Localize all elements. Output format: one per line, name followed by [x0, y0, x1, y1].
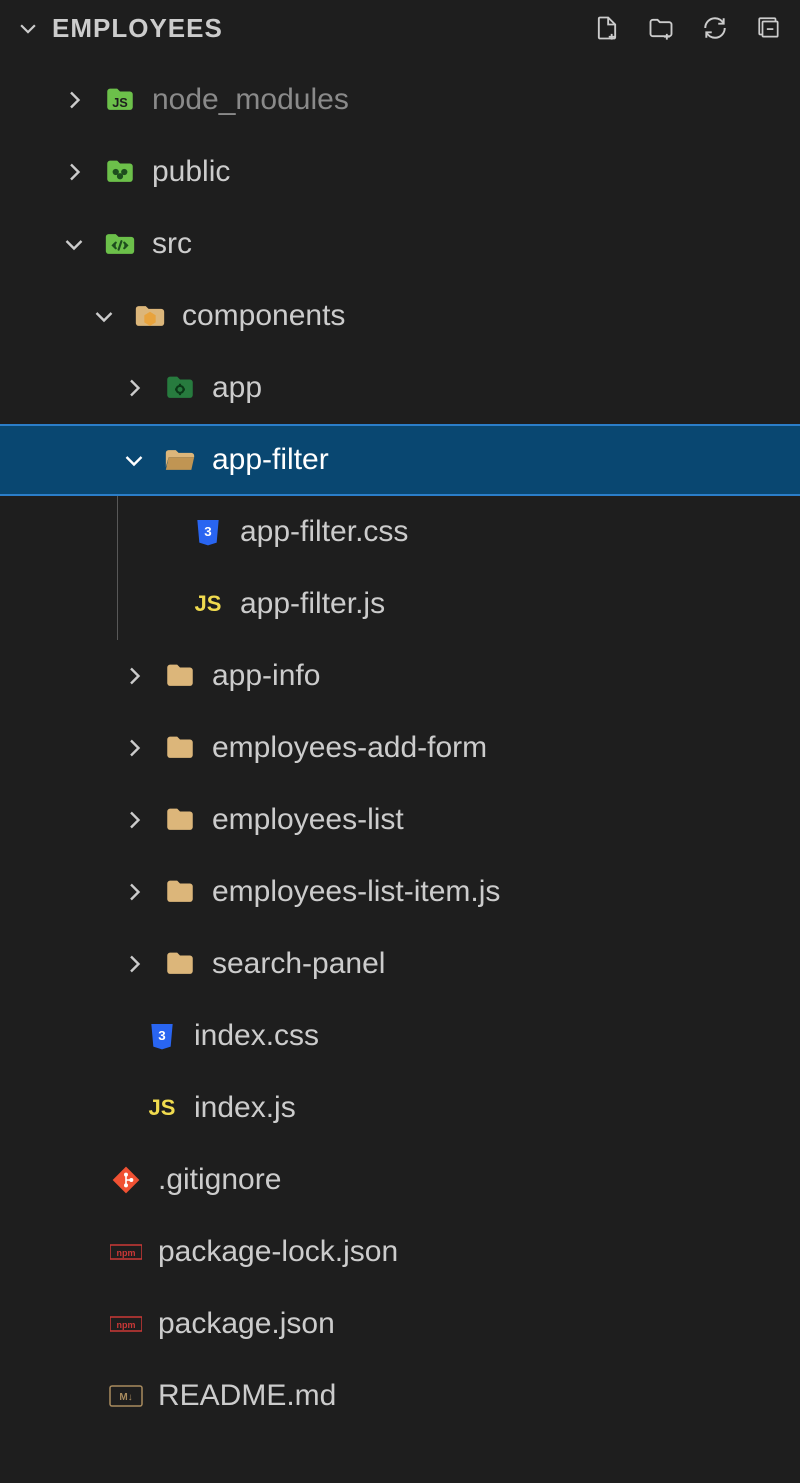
folder-employees-list[interactable]: employees-list	[0, 784, 800, 856]
folder-icon	[162, 802, 198, 838]
folder-app-filter[interactable]: app-filter	[0, 424, 800, 496]
file-label: README.md	[158, 1379, 336, 1413]
file-gitignore[interactable]: .gitignore	[0, 1144, 800, 1216]
folder-components[interactable]: components	[0, 280, 800, 352]
folder-label: employees-list	[212, 803, 404, 837]
file-label: app-filter.css	[240, 515, 408, 549]
folder-src-icon	[102, 226, 138, 262]
npm-icon: npm	[108, 1306, 144, 1342]
folder-label: app-filter	[212, 443, 329, 477]
file-label: index.css	[194, 1019, 319, 1053]
project-title[interactable]: EMPLOYEES	[52, 13, 223, 44]
markdown-icon: M↓	[108, 1378, 144, 1414]
folder-src[interactable]: src	[0, 208, 800, 280]
folder-label: components	[182, 299, 345, 333]
collapse-all-icon[interactable]	[754, 13, 784, 43]
chevron-right-icon	[120, 734, 148, 762]
svg-text:3: 3	[158, 1028, 165, 1043]
file-label: package.json	[158, 1307, 335, 1341]
svg-text:npm: npm	[117, 1320, 136, 1330]
chevron-right-icon	[60, 158, 88, 186]
folder-label: app-info	[212, 659, 320, 693]
git-icon	[108, 1162, 144, 1198]
file-index-js[interactable]: JS index.js	[0, 1072, 800, 1144]
folder-icon	[162, 874, 198, 910]
chevron-right-icon	[120, 662, 148, 690]
chevron-right-icon	[120, 806, 148, 834]
file-package-lock[interactable]: npm package-lock.json	[0, 1216, 800, 1288]
new-file-icon[interactable]	[592, 13, 622, 43]
file-app-filter-js[interactable]: JS app-filter.js	[0, 568, 800, 640]
new-folder-icon[interactable]	[646, 13, 676, 43]
svg-text:npm: npm	[117, 1248, 136, 1258]
folder-label: search-panel	[212, 947, 385, 981]
chevron-right-icon	[120, 950, 148, 978]
svg-text:JS: JS	[112, 95, 128, 110]
file-index-css[interactable]: 3 index.css	[0, 1000, 800, 1072]
explorer-header: EMPLOYEES	[0, 0, 800, 56]
folder-icon	[162, 730, 198, 766]
folder-label: public	[152, 155, 230, 189]
file-readme[interactable]: M↓ README.md	[0, 1360, 800, 1432]
css-icon: 3	[144, 1018, 180, 1054]
svg-text:3: 3	[204, 524, 211, 539]
folder-node-modules[interactable]: JS node_modules	[0, 64, 800, 136]
folder-employees-add-form[interactable]: employees-add-form	[0, 712, 800, 784]
chevron-down-icon	[90, 302, 118, 330]
folder-label: app	[212, 371, 262, 405]
svg-text:M↓: M↓	[119, 1392, 132, 1403]
chevron-right-icon	[120, 878, 148, 906]
refresh-icon[interactable]	[700, 13, 730, 43]
folder-employees-list-item[interactable]: employees-list-item.js	[0, 856, 800, 928]
file-explorer: EMPLOYEES JS node_modules	[0, 0, 800, 1483]
folder-node-icon: JS	[102, 82, 138, 118]
npm-icon: npm	[108, 1234, 144, 1270]
file-tree: JS node_modules public src	[0, 56, 800, 1432]
folder-app[interactable]: app	[0, 352, 800, 424]
chevron-right-icon	[120, 374, 148, 402]
folder-label: node_modules	[152, 83, 349, 117]
js-icon: JS	[144, 1090, 180, 1126]
folder-app-icon	[162, 370, 198, 406]
chevron-down-icon[interactable]	[16, 16, 40, 40]
chevron-down-icon	[60, 230, 88, 258]
folder-label: src	[152, 227, 192, 261]
chevron-down-icon	[120, 446, 148, 474]
file-app-filter-css[interactable]: 3 app-filter.css	[0, 496, 800, 568]
folder-open-icon	[162, 442, 198, 478]
css-icon: 3	[190, 514, 226, 550]
folder-label: employees-add-form	[212, 731, 487, 765]
file-label: .gitignore	[158, 1163, 281, 1197]
folder-app-info[interactable]: app-info	[0, 640, 800, 712]
header-left: EMPLOYEES	[16, 13, 223, 44]
file-label: app-filter.js	[240, 587, 385, 621]
file-label: index.js	[194, 1091, 296, 1125]
file-label: package-lock.json	[158, 1235, 398, 1269]
header-actions	[592, 13, 784, 43]
file-package-json[interactable]: npm package.json	[0, 1288, 800, 1360]
folder-components-icon	[132, 298, 168, 334]
folder-label: employees-list-item.js	[212, 875, 500, 909]
folder-public-icon	[102, 154, 138, 190]
chevron-right-icon	[60, 86, 88, 114]
folder-search-panel[interactable]: search-panel	[0, 928, 800, 1000]
folder-icon	[162, 658, 198, 694]
folder-public[interactable]: public	[0, 136, 800, 208]
folder-icon	[162, 946, 198, 982]
js-icon: JS	[190, 586, 226, 622]
